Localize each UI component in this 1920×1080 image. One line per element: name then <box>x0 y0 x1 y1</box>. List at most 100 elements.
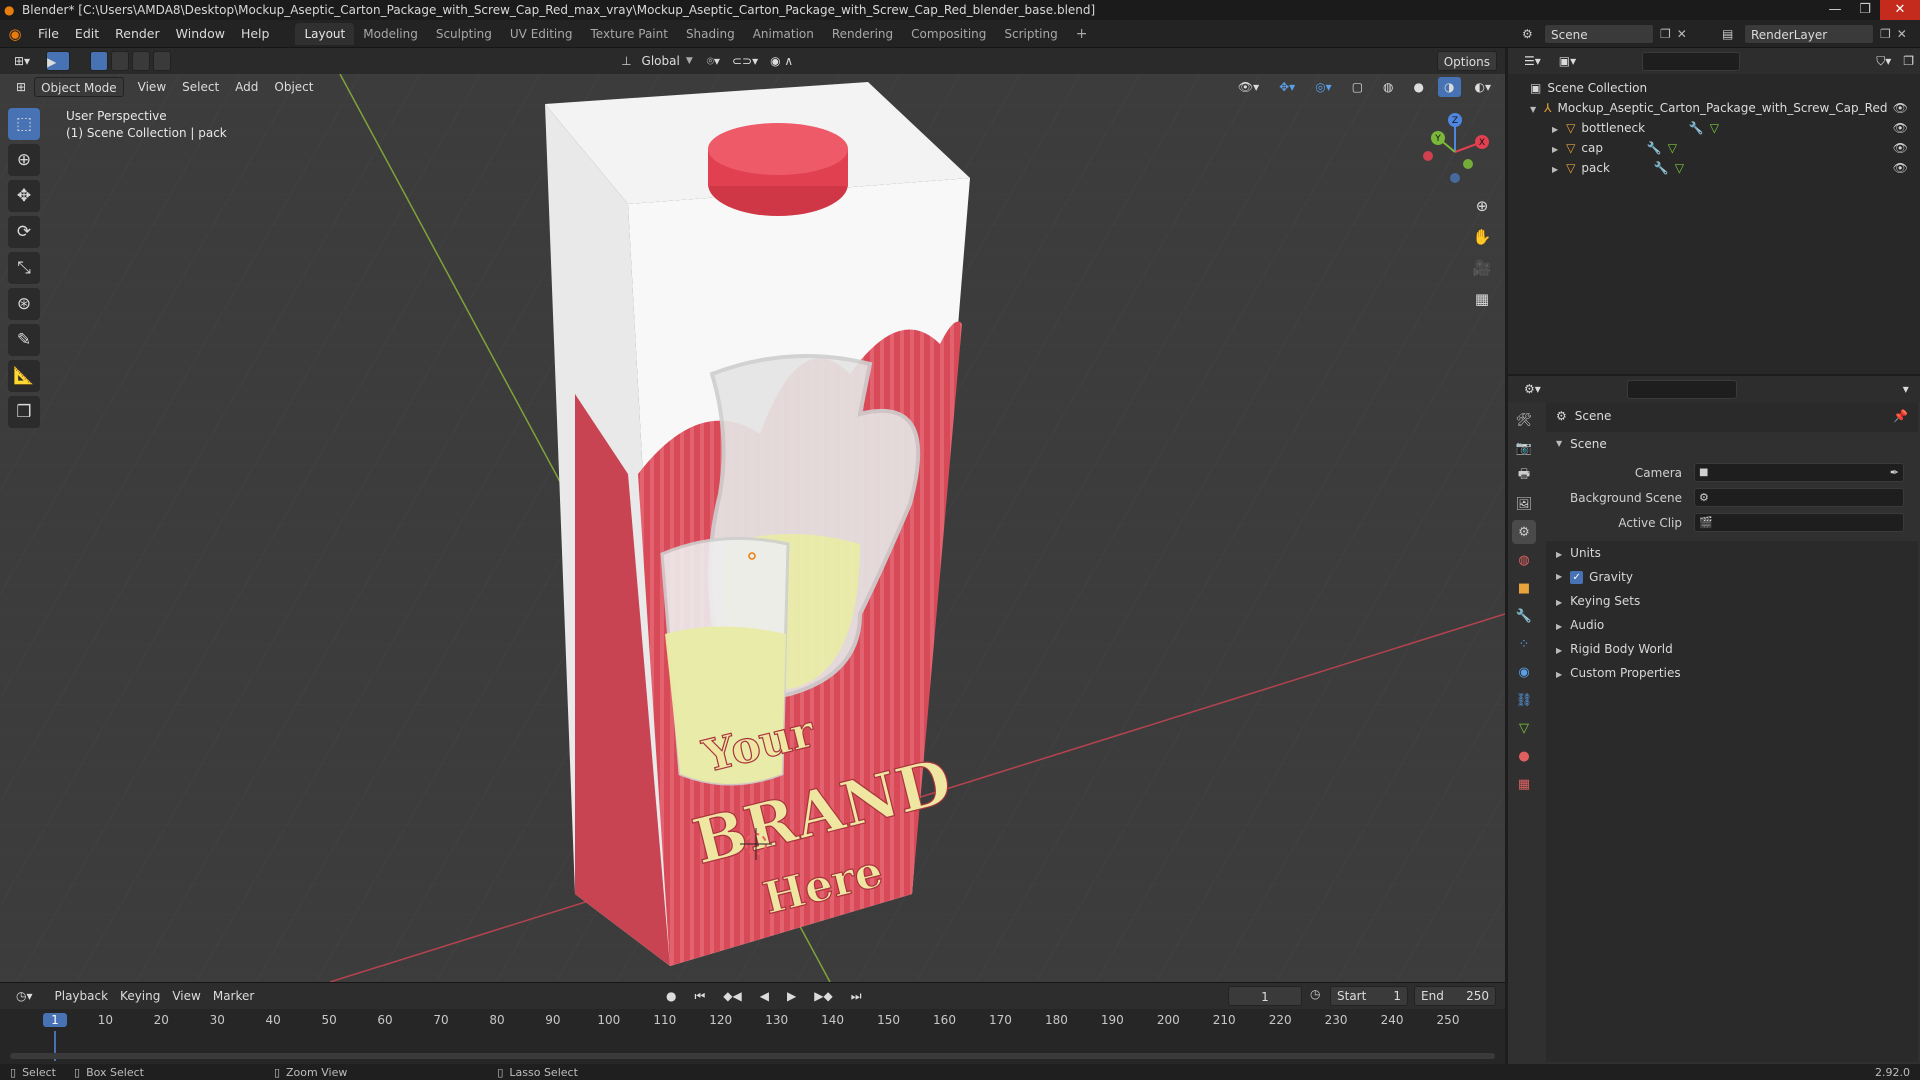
select-box-tool-icon[interactable]: ⬚ <box>8 108 40 140</box>
scene-field[interactable]: Scene <box>1544 24 1654 44</box>
add-cube-tool-icon[interactable]: ❒ <box>8 396 40 428</box>
visibility-eye-icon[interactable]: 👁 <box>1893 158 1908 178</box>
render-tab-icon[interactable]: 📷 <box>1512 436 1536 460</box>
particles-tab-icon[interactable]: ⁘ <box>1512 632 1536 656</box>
camera-field[interactable]: ■ ✒ <box>1694 463 1904 482</box>
expand-arrow-icon[interactable]: ▶ <box>1556 550 1562 559</box>
add-workspace-button[interactable]: + <box>1067 23 1097 45</box>
filter-icon[interactable]: ⛉▾ <box>1870 51 1897 71</box>
material-tab-icon[interactable]: ● <box>1512 744 1536 768</box>
render-layer-field[interactable]: RenderLayer <box>1744 24 1874 44</box>
menu-keying[interactable]: Keying <box>114 986 166 1006</box>
tab-uv-editing[interactable]: UV Editing <box>501 23 582 45</box>
delete-render-layer-icon[interactable]: ✕ <box>1897 27 1907 41</box>
new-collection-icon[interactable]: ❐ <box>1897 51 1920 71</box>
visibility-icon[interactable]: 👁▾ <box>1232 77 1265 97</box>
eyedropper-icon[interactable]: ✒ <box>1890 466 1899 479</box>
transform-tool-icon[interactable]: ⊛ <box>8 288 40 320</box>
display-mode-icon[interactable]: ▣▾ <box>1553 51 1582 71</box>
jump-start-icon[interactable]: ⏮ <box>688 986 711 1006</box>
menu-add[interactable]: Add <box>229 77 264 97</box>
menu-view[interactable]: View <box>132 77 172 97</box>
modifier-wrench-icon[interactable]: 🔧 <box>1654 161 1669 175</box>
outliner-object-row[interactable]: ▶ ▽ cap 🔧 ▽ 👁 <box>1508 138 1920 158</box>
gizmo-neg-x-icon[interactable] <box>1423 151 1433 161</box>
annotate-tool-icon[interactable]: ✎ <box>8 324 40 356</box>
object-tab-icon[interactable]: ■ <box>1512 576 1536 600</box>
tab-layout[interactable]: Layout <box>295 22 355 45</box>
zoom-icon[interactable]: ⊕ <box>1468 192 1496 220</box>
expand-arrow-icon[interactable]: ▶ <box>1552 145 1558 154</box>
gizmo-neg-y-icon[interactable] <box>1463 159 1473 169</box>
outliner-editor-icon[interactable]: ☰▾ <box>1518 51 1547 71</box>
texture-tab-icon[interactable]: ▦ <box>1512 772 1536 796</box>
menu-render[interactable]: Render <box>107 20 168 48</box>
record-icon[interactable]: ● <box>660 986 682 1006</box>
gravity-panel-header[interactable]: ▶ ✓ Gravity <box>1546 565 1918 589</box>
viewport-editor-icon[interactable]: ⊞ <box>10 77 32 97</box>
rigid-body-world-panel-header[interactable]: ▶ Rigid Body World <box>1546 637 1918 661</box>
tab-sculpting[interactable]: Sculpting <box>427 23 501 45</box>
tab-scripting[interactable]: Scripting <box>995 23 1066 45</box>
tab-modeling[interactable]: Modeling <box>354 23 427 45</box>
menu-edit[interactable]: Edit <box>67 20 107 48</box>
expand-arrow-icon[interactable]: ▶ <box>1556 598 1562 607</box>
snap-icon[interactable]: ⊂⊃▾ <box>726 51 764 71</box>
maximize-button[interactable]: ❐ <box>1850 0 1880 20</box>
expand-arrow-icon[interactable]: ▶ <box>1556 670 1562 679</box>
menu-window[interactable]: Window <box>168 20 233 48</box>
close-button[interactable]: ✕ <box>1880 0 1920 20</box>
modifier-wrench-icon[interactable]: 🔧 <box>1689 121 1704 135</box>
jump-end-icon[interactable]: ⏭ <box>845 986 868 1006</box>
camera-view-icon[interactable]: 🎥 <box>1468 254 1496 282</box>
gizmo-toggle-icon[interactable]: ✥▾ <box>1273 77 1301 97</box>
tab-rendering[interactable]: Rendering <box>823 23 902 45</box>
scene-tab-icon[interactable]: ⚙ <box>1512 520 1536 544</box>
pivot-icon[interactable]: ⌾▾ <box>701 51 726 71</box>
overlay-toggle-icon[interactable]: ◎▾ <box>1309 77 1338 97</box>
new-scene-icon[interactable]: ❐ <box>1660 27 1671 41</box>
properties-search-input[interactable] <box>1626 379 1737 399</box>
menu-object[interactable]: Object <box>268 77 319 97</box>
menu-select[interactable]: Select <box>176 77 225 97</box>
mode-extend-icon[interactable] <box>111 51 130 71</box>
output-tab-icon[interactable]: 🖶 <box>1512 464 1536 488</box>
expand-arrow-icon[interactable]: ▼ <box>1530 105 1536 114</box>
tab-animation[interactable]: Animation <box>744 23 823 45</box>
mode-intersect-icon[interactable] <box>153 51 172 71</box>
preview-range-icon[interactable]: ◷ <box>1310 987 1320 1001</box>
tool-tab-icon[interactable]: 🛠 <box>1512 408 1536 432</box>
current-frame-field[interactable]: 1 <box>1228 986 1302 1006</box>
pan-hand-icon[interactable]: ✋ <box>1468 223 1496 251</box>
frame-ruler[interactable]: 1 10 20 30 40 50 60 70 80 90 100 110 120 130 140 150 160… <box>0 1011 1505 1031</box>
start-frame-field[interactable]: Start 1 <box>1330 986 1408 1006</box>
units-panel-header[interactable]: ▶ Units <box>1546 541 1918 565</box>
menu-marker[interactable]: Marker <box>207 986 260 1006</box>
tab-texture-paint[interactable]: Texture Paint <box>582 23 677 45</box>
options-dropdown[interactable]: Options <box>1436 51 1497 71</box>
solid-shading-icon[interactable]: ● <box>1408 77 1430 97</box>
modifier-wrench-icon[interactable]: 🔧 <box>1647 141 1662 155</box>
end-frame-field[interactable]: End 250 <box>1414 986 1496 1006</box>
delete-scene-icon[interactable]: ✕ <box>1677 27 1687 41</box>
collapse-arrow-icon[interactable]: ▼ <box>1556 432 1562 456</box>
outliner-object-row[interactable]: ▶ ▽ pack 🔧 ▽ 👁 <box>1508 158 1920 178</box>
expand-arrow-icon[interactable]: ▶ <box>1552 165 1558 174</box>
transform-orientation-dropdown[interactable]: Global <box>636 51 686 71</box>
outliner-scene-collection[interactable]: ▣ Scene Collection <box>1508 78 1920 98</box>
select-tool-icon[interactable]: ▶ <box>46 51 71 71</box>
rendered-shading-icon[interactable]: ◐▾ <box>1469 77 1498 97</box>
visibility-eye-icon[interactable]: 👁 <box>1893 138 1908 158</box>
xray-toggle-icon[interactable]: ▢ <box>1346 77 1369 97</box>
tab-compositing[interactable]: Compositing <box>902 23 995 45</box>
scale-tool-icon[interactable]: ⤡ <box>8 252 40 284</box>
menu-file[interactable]: File <box>30 20 67 48</box>
measure-tool-icon[interactable]: 📐 <box>8 360 40 392</box>
menu-help[interactable]: Help <box>233 20 278 48</box>
mode-subtract-icon[interactable] <box>132 51 151 71</box>
rotate-tool-icon[interactable]: ⟳ <box>8 216 40 248</box>
background-scene-field[interactable]: ⚙ <box>1694 488 1904 507</box>
outliner-object-row[interactable]: ▶ ▽ bottleneck 🔧 ▽ 👁 <box>1508 118 1920 138</box>
visibility-eye-icon[interactable]: 👁 <box>1893 118 1908 138</box>
ortho-grid-icon[interactable]: ▦ <box>1468 285 1496 313</box>
